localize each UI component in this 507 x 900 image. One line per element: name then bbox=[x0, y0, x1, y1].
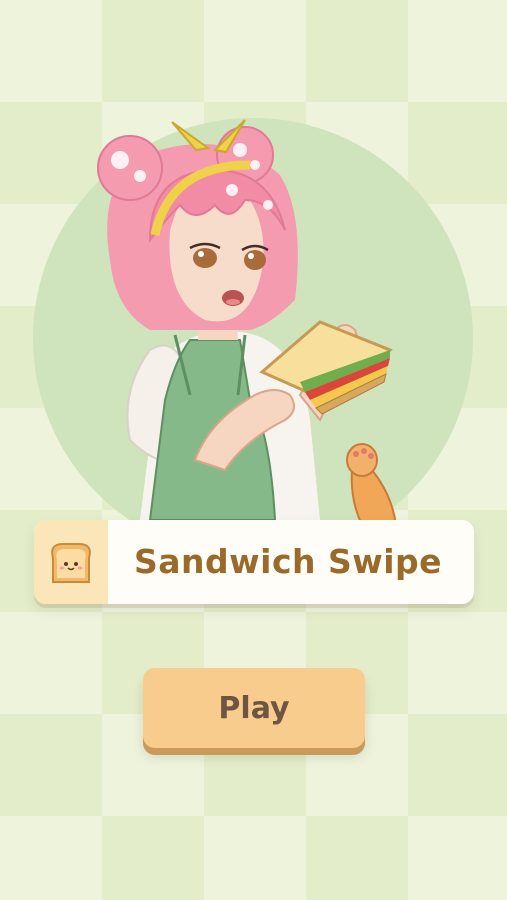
title-banner: Sandwich Swipe bbox=[34, 520, 474, 604]
title-icon-tile bbox=[34, 520, 108, 604]
toast-icon bbox=[51, 543, 91, 583]
play-button[interactable]: Play bbox=[143, 668, 365, 748]
hero-illustration bbox=[97, 119, 398, 526]
game-title: Sandwich Swipe bbox=[134, 542, 443, 581]
play-button-label: Play bbox=[218, 690, 290, 726]
cat-paw-illustration bbox=[346, 443, 398, 526]
